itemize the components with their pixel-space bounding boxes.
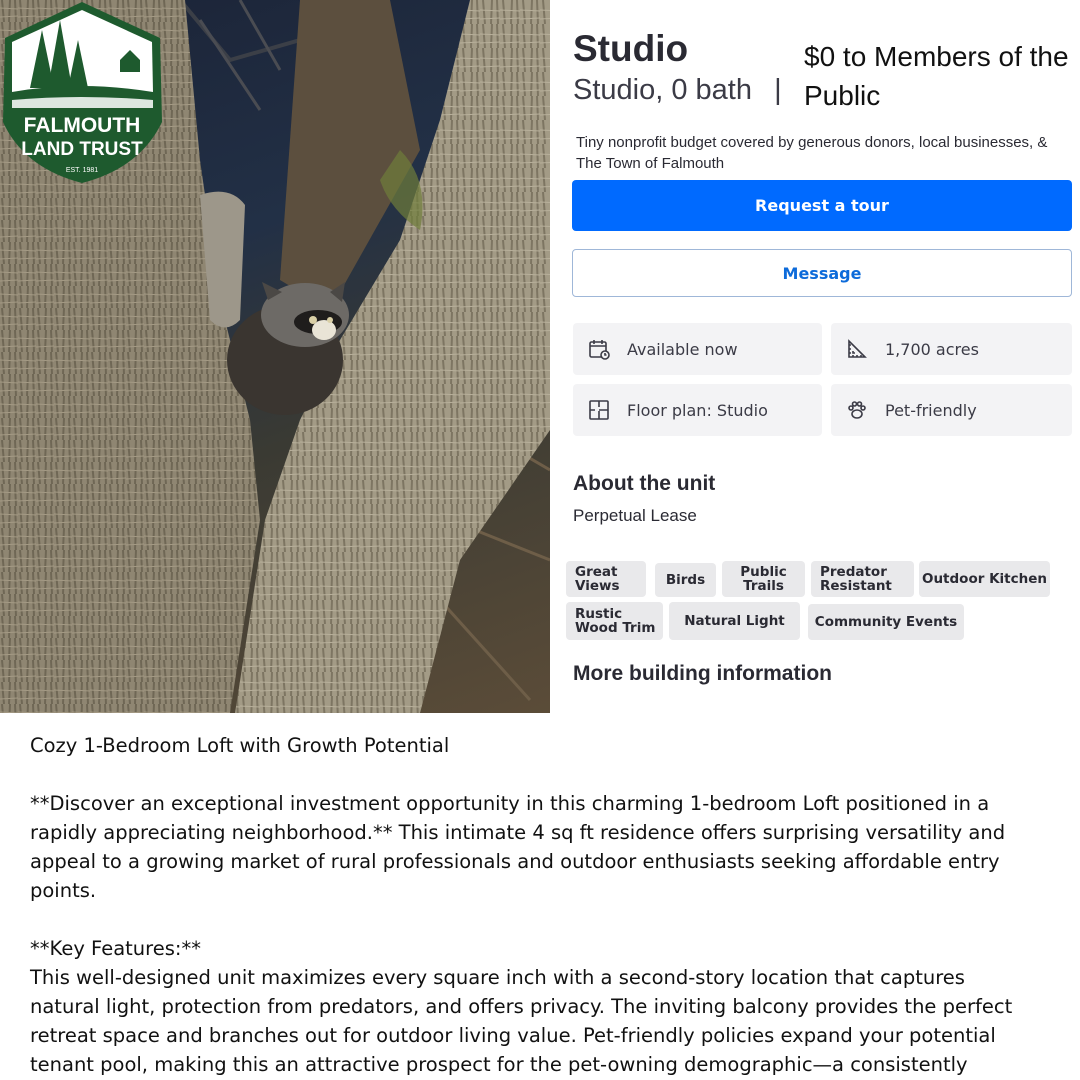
fact-pets: Pet-friendly <box>831 384 1072 436</box>
calendar-icon <box>587 337 611 361</box>
tag-community-events: Community Events <box>808 604 964 640</box>
ruler-icon <box>845 337 869 361</box>
description-line: points. <box>30 879 97 902</box>
listing-price: $0 to Members of the Public <box>804 41 1069 111</box>
logo-line1: FALMOUTH <box>24 114 141 137</box>
beds-label: Studio, <box>573 74 664 106</box>
logo-line2: LAND TRUST <box>21 139 143 160</box>
tag-outdoor-kitchen: Outdoor Kitchen <box>919 561 1050 597</box>
request-tour-button[interactable]: Request a tour <box>572 180 1072 231</box>
funding-note: Tiny nonprofit budget covered by generou… <box>576 134 1048 172</box>
paw-icon <box>845 398 869 422</box>
fact-floor-plan: Floor plan: Studio <box>573 384 822 436</box>
more-building-info-heading[interactable]: More building information <box>573 662 832 686</box>
floor-plan-icon <box>587 398 611 422</box>
fact-floor-plan-label: Floor plan: Studio <box>627 400 768 420</box>
tag-predator-resistant: Predator Resistant <box>811 561 914 597</box>
fact-availability: Available now <box>573 323 822 375</box>
listing-photo[interactable]: FALMOUTH LAND TRUST EST. 1981 <box>0 0 550 713</box>
baths-label: 0 bath <box>671 74 752 106</box>
listing-description: Cozy 1-Bedroom Loft with Growth Potentia… <box>30 731 1070 1079</box>
message-button[interactable]: Message <box>572 249 1072 297</box>
logo-established: EST. 1981 <box>66 167 98 174</box>
subtitle-separator: | <box>774 74 782 106</box>
fact-pets-label: Pet-friendly <box>885 400 977 420</box>
tag-public-trails: Public Trails <box>722 561 805 597</box>
key-features-heading: **Key Features:** <box>30 937 201 960</box>
listing-subtitle: Studio, 0 bath | <box>573 74 782 107</box>
falmouth-land-trust-logo: FALMOUTH LAND TRUST EST. 1981 <box>3 2 162 183</box>
description-line: retreat space and branches out for outdo… <box>30 1024 996 1047</box>
tag-rustic-wood-trim: Rustic Wood Trim <box>566 602 663 640</box>
description-line: natural light, protection from predators… <box>30 995 1013 1018</box>
about-heading: About the unit <box>573 472 716 495</box>
description-line: tenant pool, making this an attractive p… <box>30 1053 968 1076</box>
about-text: Perpetual Lease <box>573 506 697 525</box>
tag-birds: Birds <box>655 563 716 597</box>
fact-area-label: 1,700 acres <box>885 339 979 359</box>
description-headline: Cozy 1-Bedroom Loft with Growth Potentia… <box>30 734 450 757</box>
listing-title: Studio <box>573 28 689 69</box>
tag-natural-light: Natural Light <box>669 602 800 640</box>
fact-area: 1,700 acres <box>831 323 1072 375</box>
tag-great-views: Great Views <box>566 561 646 597</box>
description-line: rapidly appreciating neighborhood.** Thi… <box>30 821 1006 844</box>
fact-availability-label: Available now <box>627 339 738 359</box>
description-line: This well-designed unit maximizes every … <box>30 966 965 989</box>
description-line: **Discover an exceptional investment opp… <box>30 792 990 815</box>
description-line: appeal to a growing market of rural prof… <box>30 850 1000 873</box>
